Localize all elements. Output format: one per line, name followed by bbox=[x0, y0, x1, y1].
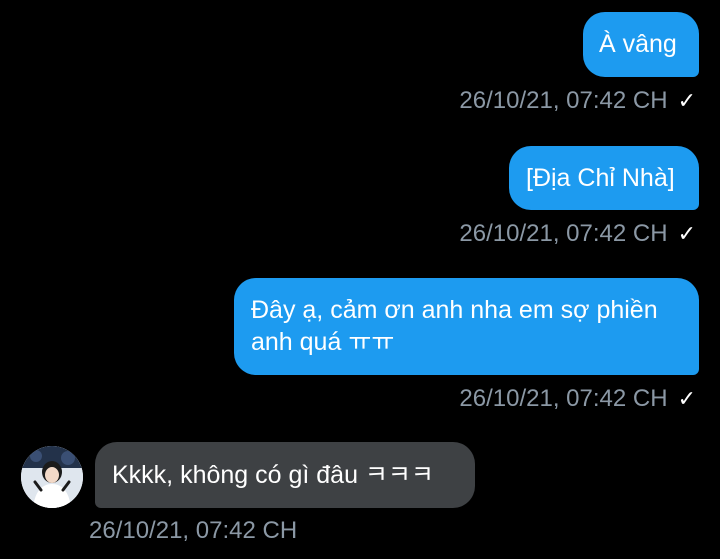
message-timestamp-row: 26/10/21, 07:42 CH ✓ bbox=[459, 384, 696, 414]
message-timestamp: 26/10/21, 07:42 CH bbox=[459, 220, 668, 247]
message-timestamp: 26/10/21, 07:42 CH bbox=[89, 517, 298, 544]
message-text-line: anh quá ㅠㅠ bbox=[251, 328, 395, 356]
message-timestamp: 26/10/21, 07:42 CH bbox=[459, 87, 668, 114]
message-text-line: Đây ạ, cảm ơn anh nha em sợ phiền bbox=[251, 296, 658, 324]
message-bubble-incoming[interactable]: Kkkk, không có gì đâu ㅋㅋㅋ bbox=[95, 442, 475, 508]
avatar-icon[interactable] bbox=[21, 446, 83, 508]
message-bubble-outgoing[interactable]: Đây ạ, cảm ơn anh nha em sợ phiền anh qu… bbox=[234, 278, 699, 375]
message-timestamp-row: 26/10/21, 07:42 CH ✓ bbox=[459, 219, 696, 249]
checkmark-icon: ✓ bbox=[677, 386, 696, 411]
message-bubble-outgoing[interactable]: À vâng bbox=[583, 12, 699, 77]
message-text: À vâng bbox=[599, 30, 677, 58]
checkmark-icon: ✓ bbox=[677, 221, 696, 246]
message-text: [Địa Chỉ Nhà] bbox=[526, 164, 675, 192]
message-timestamp-row: 26/10/21, 07:42 CH ✓ bbox=[459, 86, 696, 116]
message-text: Kkkk, không có gì đâu ㅋㅋㅋ bbox=[112, 461, 434, 489]
avatar-image bbox=[21, 446, 83, 508]
chat-thread: À vâng 26/10/21, 07:42 CH ✓ [Địa Chỉ Nhà]… bbox=[0, 0, 720, 559]
checkmark-icon: ✓ bbox=[677, 88, 696, 113]
message-timestamp: 26/10/21, 07:42 CH bbox=[459, 385, 668, 412]
message-bubble-outgoing[interactable]: [Địa Chỉ Nhà] bbox=[509, 146, 699, 210]
